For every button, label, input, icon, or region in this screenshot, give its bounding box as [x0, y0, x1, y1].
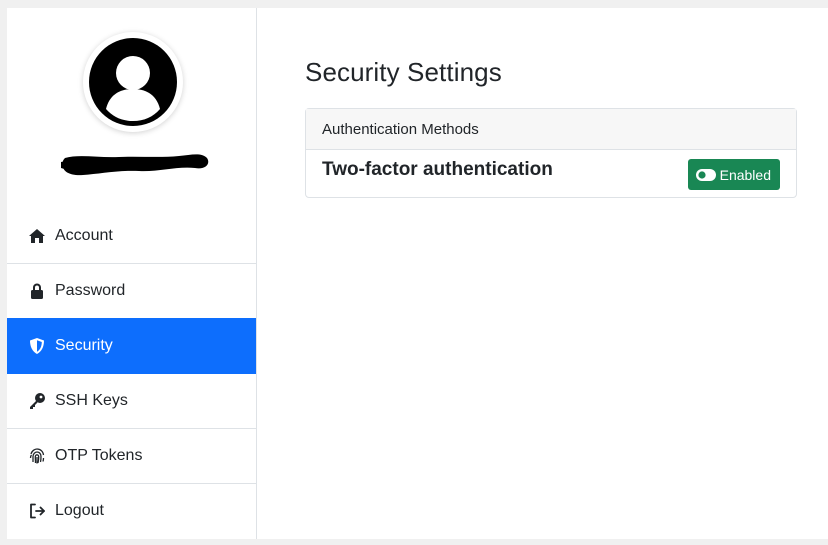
- authentication-methods-card: Authentication Methods Two-factor authen…: [305, 108, 797, 198]
- sidebar-item-account[interactable]: Account: [7, 208, 256, 263]
- shield-icon: [28, 337, 46, 355]
- sidebar-item-ssh-keys[interactable]: SSH Keys: [7, 373, 256, 428]
- home-icon: [28, 227, 46, 245]
- fingerprint-icon: [28, 447, 46, 465]
- toggle-on-icon: [695, 168, 716, 181]
- sidebar-item-otp-tokens[interactable]: OTP Tokens: [7, 428, 256, 483]
- user-avatar-icon: [89, 38, 177, 126]
- sidebar-item-label: SSH Keys: [55, 392, 128, 409]
- avatar: [83, 32, 183, 132]
- two-factor-row: Two-factor authentication Enabled: [306, 150, 796, 197]
- two-factor-label: Two-factor authentication: [322, 159, 553, 180]
- sidebar-item-label: OTP Tokens: [55, 447, 143, 464]
- app-frame: Account Password Security SSH Keys OTP T…: [7, 8, 828, 539]
- sidebar-item-security[interactable]: Security: [7, 318, 256, 373]
- sidebar-item-label: Password: [55, 282, 126, 299]
- redacted-username: [61, 154, 209, 176]
- sidebar: Account Password Security SSH Keys OTP T…: [7, 8, 257, 539]
- status-text: Enabled: [719, 166, 771, 183]
- two-factor-status-badge[interactable]: Enabled: [687, 159, 780, 190]
- sidebar-item-password[interactable]: Password: [7, 263, 256, 318]
- page-title: Security Settings: [305, 57, 502, 87]
- sidebar-item-label: Account: [55, 226, 113, 244]
- logout-icon: [28, 502, 46, 520]
- card-header: Authentication Methods: [306, 109, 796, 150]
- sidebar-item-label: Security: [55, 337, 113, 354]
- main-content: Security Settings Authentication Methods…: [257, 8, 828, 539]
- sidebar-nav: Account Password Security SSH Keys OTP T…: [7, 208, 256, 538]
- profile-section: [7, 8, 256, 208]
- key-icon: [28, 392, 46, 410]
- lock-icon: [28, 282, 46, 300]
- sidebar-item-logout[interactable]: Logout: [7, 483, 256, 538]
- sidebar-item-label: Logout: [55, 502, 104, 519]
